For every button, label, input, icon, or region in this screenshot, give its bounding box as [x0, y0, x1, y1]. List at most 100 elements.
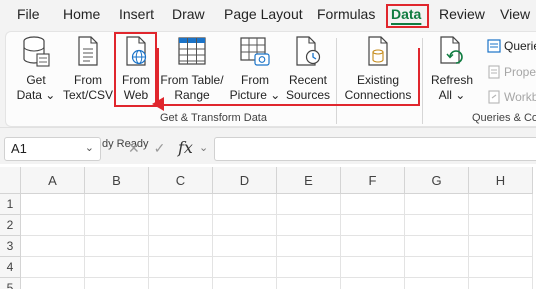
existing-connections-button[interactable]: Existing Connections [342, 35, 414, 103]
tab-view[interactable]: View [500, 6, 530, 22]
cell-a4[interactable] [21, 257, 85, 278]
refresh-icon [440, 36, 463, 64]
cell-g4[interactable] [405, 257, 469, 278]
from-table-range-button[interactable]: From Table/ Range [158, 35, 226, 103]
cell-d5[interactable] [213, 278, 277, 289]
cell-d2[interactable] [213, 215, 277, 236]
recent-sources-label-1: Recent [288, 73, 328, 87]
row-header-3[interactable]: 3 [0, 236, 21, 257]
row-header-1[interactable]: 1 [0, 194, 21, 215]
cell-c3[interactable] [149, 236, 213, 257]
column-header-g[interactable]: G [405, 167, 469, 194]
cell-a5[interactable] [21, 278, 85, 289]
from-picture-button[interactable]: From Picture ⌄ [229, 35, 281, 103]
column-header-h[interactable]: H [469, 167, 533, 194]
existing-connections-label-2: Connections [344, 88, 412, 102]
queries-icon [487, 39, 501, 53]
web-page-icon [126, 36, 147, 66]
cell-f1[interactable] [341, 194, 405, 215]
cell-a3[interactable] [21, 236, 85, 257]
cell-f2[interactable] [341, 215, 405, 236]
tab-review[interactable]: Review [439, 6, 485, 22]
from-text-csv-button[interactable]: From Text/CSV [61, 35, 115, 103]
cell-f5[interactable] [341, 278, 405, 289]
recent-file-icon [296, 36, 321, 66]
get-data-label-1: Get [26, 73, 46, 87]
cell-h5[interactable] [469, 278, 533, 289]
column-header-a[interactable]: A [21, 167, 85, 194]
cell-g2[interactable] [405, 215, 469, 236]
column-header-b[interactable]: B [85, 167, 149, 194]
tab-formulas[interactable]: Formulas [317, 6, 375, 22]
cell-g3[interactable] [405, 236, 469, 257]
chevron-down-icon[interactable]: ⌄ [85, 141, 94, 154]
cell-e2[interactable] [277, 215, 341, 236]
properties-item-label: Proper [504, 65, 536, 79]
properties-item[interactable]: Proper [487, 65, 536, 79]
row-header-2[interactable]: 2 [0, 215, 21, 236]
cell-d4[interactable] [213, 257, 277, 278]
recent-sources-button[interactable]: Recent Sources [283, 35, 333, 103]
column-header-e[interactable]: E [277, 167, 341, 194]
formula-bar: A1 ⌄ dy Ready ✕ ✓ fx ⌄ [0, 128, 536, 164]
cell-h2[interactable] [469, 215, 533, 236]
formula-actions: ✕ ✓ [128, 140, 165, 157]
database-icon [23, 36, 50, 67]
cell-e5[interactable] [277, 278, 341, 289]
tab-insert[interactable]: Insert [119, 6, 154, 22]
cell-h1[interactable] [469, 194, 533, 215]
from-table-range-label-1: From Table/ [160, 73, 224, 87]
row-header-5[interactable]: 5 [0, 278, 21, 289]
tab-data[interactable]: Data [391, 6, 421, 22]
tab-file[interactable]: File [17, 6, 40, 22]
from-web-button[interactable]: From Web [116, 35, 156, 103]
cell-d3[interactable] [213, 236, 277, 257]
queries-connections-item[interactable]: Querie [487, 39, 536, 53]
properties-icon [488, 65, 500, 79]
get-transform-group-label: Get & Transform Data [160, 112, 267, 124]
tab-home[interactable]: Home [63, 6, 100, 22]
cell-b2[interactable] [85, 215, 149, 236]
cell-e4[interactable] [277, 257, 341, 278]
column-header-f[interactable]: F [341, 167, 405, 194]
cell-g1[interactable] [405, 194, 469, 215]
cell-a1[interactable] [21, 194, 85, 215]
refresh-all-label-2: All ⌄ [438, 88, 466, 102]
cell-h3[interactable] [469, 236, 533, 257]
insert-function-button[interactable]: fx [178, 138, 193, 157]
cell-c4[interactable] [149, 257, 213, 278]
cell-d1[interactable] [213, 194, 277, 215]
formula-input[interactable] [214, 137, 536, 161]
cell-g5[interactable] [405, 278, 469, 289]
fx-chevron-icon[interactable]: ⌄ [199, 141, 208, 154]
cell-c5[interactable] [149, 278, 213, 289]
cell-f4[interactable] [341, 257, 405, 278]
workbook-links-item[interactable]: Workbo [487, 90, 536, 104]
row-header-4[interactable]: 4 [0, 257, 21, 278]
cell-a2[interactable] [21, 215, 85, 236]
name-box[interactable]: A1 ⌄ [4, 137, 101, 161]
cell-b5[interactable] [85, 278, 149, 289]
column-header-d[interactable]: D [213, 167, 277, 194]
get-data-label-2: Data ⌄ [16, 88, 56, 102]
cell-c2[interactable] [149, 215, 213, 236]
get-data-button[interactable]: Get Data ⌄ [11, 35, 61, 103]
text-file-icon [78, 36, 98, 66]
cancel-icon[interactable]: ✕ [128, 140, 140, 156]
cell-e3[interactable] [277, 236, 341, 257]
cell-h4[interactable] [469, 257, 533, 278]
tab-draw[interactable]: Draw [172, 6, 205, 22]
picture-table-icon [240, 37, 270, 66]
cell-b1[interactable] [85, 194, 149, 215]
select-all-corner[interactable] [0, 167, 21, 194]
column-header-c[interactable]: C [149, 167, 213, 194]
cell-b4[interactable] [85, 257, 149, 278]
cell-f3[interactable] [341, 236, 405, 257]
cell-e1[interactable] [277, 194, 341, 215]
cell-b3[interactable] [85, 236, 149, 257]
refresh-all-button[interactable]: Refresh All ⌄ [427, 35, 477, 103]
cell-c1[interactable] [149, 194, 213, 215]
enter-icon[interactable]: ✓ [154, 140, 166, 156]
group-separator [422, 38, 423, 124]
tab-page-layout[interactable]: Page Layout [224, 6, 303, 22]
